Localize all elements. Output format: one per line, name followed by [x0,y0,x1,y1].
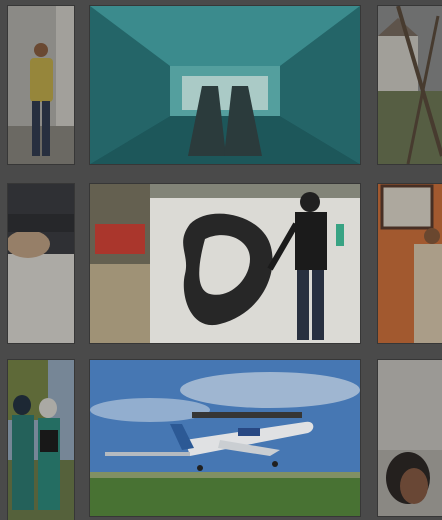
painter-icon [90,184,360,343]
airplane-icon [90,360,360,516]
photo-seated-people[interactable] [8,184,74,343]
photo-graffiti-artist[interactable] [90,184,360,343]
person-icon [378,184,442,343]
house-icon [378,6,442,164]
man-in-yellow-shirt-icon [8,6,74,164]
photo-house-sculpture[interactable] [378,6,442,164]
photo-escalator-tunnel[interactable] [90,6,360,164]
escalator-icon [90,6,360,164]
photo-women-outdoors[interactable] [8,360,74,520]
photo-orange-room[interactable] [378,184,442,343]
women-icon [8,360,74,520]
photo-airplane-takeoff[interactable] [90,360,360,516]
people-icon [8,184,74,343]
photo-grid [0,0,442,520]
photo-man-portrait[interactable] [8,6,74,164]
woman-icon [378,360,442,516]
photo-woman-profile[interactable] [378,360,442,516]
